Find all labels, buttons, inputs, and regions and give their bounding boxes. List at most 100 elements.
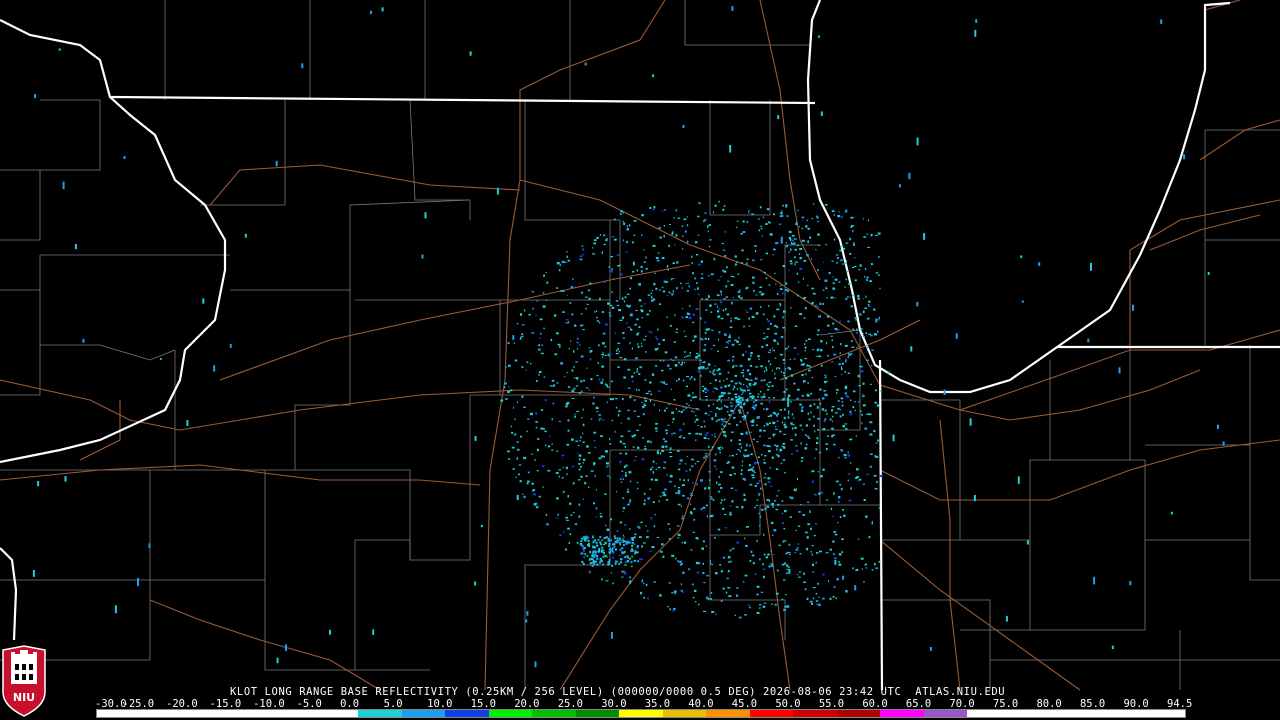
echo-pixel [593, 431, 597, 434]
echo-pixel [871, 522, 873, 525]
echo-pixel [743, 418, 745, 421]
echo-pixel [662, 381, 665, 384]
echo-pixel [692, 321, 695, 324]
echo-pixel [779, 288, 783, 290]
echo-pixel [1026, 540, 1029, 545]
echo-pixel [841, 404, 844, 407]
echo-pixel [512, 468, 515, 470]
echo-pixel [858, 313, 862, 316]
echo-pixel [609, 443, 612, 445]
echo-pixel [1020, 255, 1023, 259]
echo-pixel [615, 548, 617, 551]
echo-pixel [840, 373, 843, 376]
echo-pixel [776, 390, 779, 392]
echo-pixel [722, 208, 725, 211]
echo-pixel [750, 383, 752, 385]
echo-pixel [736, 261, 739, 263]
echo-pixel [746, 311, 748, 313]
echo-pixel [578, 454, 581, 457]
echo-pixel [728, 595, 732, 598]
echo-pixel [795, 261, 798, 263]
colorbar-segment [793, 710, 837, 717]
echo-pixel [785, 206, 787, 208]
echo-pixel [626, 503, 630, 506]
echo-pixel [758, 512, 760, 514]
echo-pixel [943, 389, 946, 395]
echo-pixel [535, 421, 537, 424]
echo-pixel [734, 339, 737, 341]
echo-pixel [613, 546, 616, 549]
echo-pixel [840, 215, 844, 218]
echo-pixel [775, 283, 777, 285]
echo-pixel [749, 365, 753, 367]
echo-pixel [628, 305, 630, 308]
echo-pixel [708, 438, 710, 440]
echo-pixel [599, 418, 602, 420]
echo-pixel [868, 535, 871, 539]
echo-pixel [916, 137, 919, 146]
echo-pixel [740, 297, 743, 299]
echo-pixel [722, 249, 726, 251]
echo-pixel [622, 239, 624, 242]
echo-pixel [602, 549, 605, 552]
echo-pixel [588, 486, 590, 489]
echo-pixel [763, 430, 766, 432]
echo-pixel [668, 451, 672, 453]
echo-pixel [847, 451, 849, 454]
echo-pixel [586, 445, 589, 448]
echo-pixel [695, 537, 699, 540]
echo-pixel [751, 276, 755, 279]
echo-pixel [561, 454, 565, 457]
echo-pixel [511, 446, 515, 449]
echo-pixel [599, 297, 601, 301]
echo-pixel [558, 475, 560, 478]
echo-pixel [726, 577, 729, 580]
echo-pixel [812, 571, 814, 573]
echo-pixel [860, 328, 863, 331]
echo-pixel [640, 266, 643, 268]
echo-pixel [587, 452, 591, 454]
niu-logo: NIU [2, 645, 46, 717]
echo-pixel [596, 544, 598, 547]
echo-pixel [734, 393, 738, 396]
echo-pixel [836, 578, 839, 581]
echo-pixel [669, 474, 673, 478]
echo-pixel [663, 235, 665, 238]
echo-pixel [874, 401, 878, 404]
echo-pixel [769, 322, 772, 325]
echo-pixel [845, 395, 848, 397]
echo-pixel [745, 433, 749, 435]
echo-pixel [737, 318, 741, 320]
echo-pixel [700, 277, 704, 279]
echo-pixel [834, 559, 837, 565]
echo-pixel [582, 461, 584, 464]
echo-pixel [783, 374, 786, 377]
echo-pixel [720, 446, 722, 448]
echo-pixel [735, 401, 739, 403]
echo-pixel [787, 394, 791, 397]
echo-pixel [1090, 263, 1092, 271]
echo-pixel [607, 465, 609, 467]
echo-pixel [667, 523, 670, 525]
echo-pixel [581, 390, 583, 393]
echo-pixel [833, 492, 835, 495]
echo-pixel [629, 314, 633, 317]
echo-pixel [624, 564, 627, 566]
echo-pixel [609, 353, 612, 356]
echo-pixel [866, 413, 869, 415]
echo-pixel [706, 596, 708, 600]
echo-pixel [570, 514, 573, 517]
echo-pixel [531, 453, 533, 455]
echo-pixel [689, 304, 691, 307]
echo-pixel [737, 398, 739, 400]
echo-pixel [822, 428, 826, 431]
echo-pixel [702, 562, 704, 565]
echo-pixel [795, 223, 798, 225]
echo-pixel [739, 450, 741, 453]
echo-pixel [577, 452, 579, 454]
echo-pixel [761, 293, 765, 295]
echo-pixel [839, 483, 842, 486]
echo-pixel [550, 338, 553, 342]
echo-pixel [607, 475, 609, 477]
echo-pixel [719, 564, 721, 566]
